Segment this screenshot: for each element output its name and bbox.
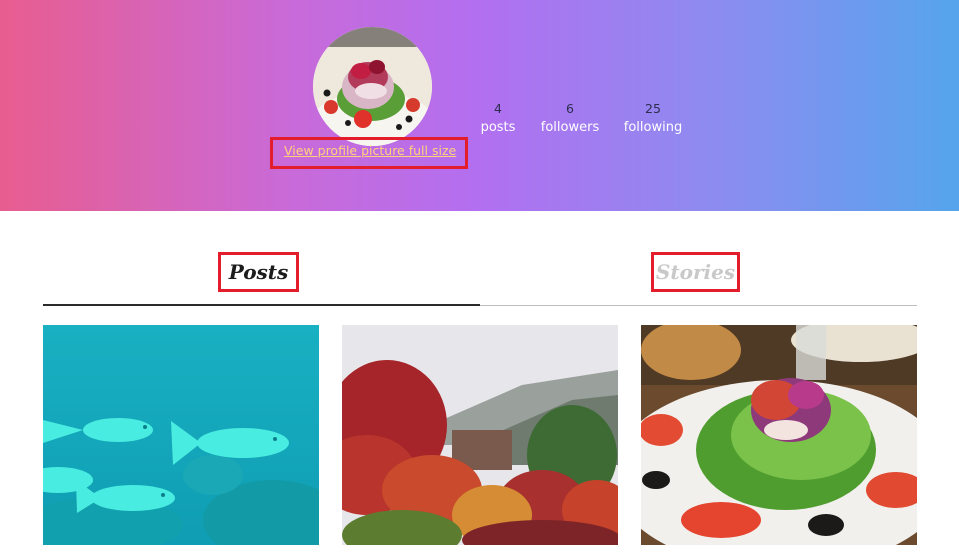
tab-underline-inactive [480, 305, 917, 306]
salad-plate-photo-icon [641, 325, 917, 545]
view-full-size-link[interactable]: View profile picture full size [284, 143, 466, 158]
post-thumbnail-forest[interactable] [342, 325, 618, 545]
stat-following[interactable]: 25 following [620, 99, 686, 137]
post-thumbnail-fish[interactable] [43, 325, 319, 545]
posts-count: 4 [494, 101, 502, 116]
followers-count: 6 [566, 101, 574, 116]
autumn-forest-photo-icon [342, 325, 618, 545]
following-label: following [623, 120, 683, 135]
post-thumbnail-salad[interactable] [641, 325, 917, 545]
salad-photo-icon [313, 27, 432, 146]
posts-label: posts [480, 120, 516, 135]
tab-underline-active [43, 304, 480, 306]
stat-followers[interactable]: 6 followers [536, 99, 604, 137]
stat-posts[interactable]: 4 posts [474, 99, 522, 137]
tab-posts[interactable]: Posts [218, 252, 299, 292]
fish-underwater-photo-icon [43, 325, 319, 545]
following-count: 25 [645, 101, 661, 116]
followers-label: followers [540, 120, 600, 135]
profile-avatar[interactable] [313, 27, 432, 146]
profile-header: View profile picture full size 4 posts 6… [0, 0, 959, 211]
tab-stories[interactable]: Stories [651, 252, 740, 292]
